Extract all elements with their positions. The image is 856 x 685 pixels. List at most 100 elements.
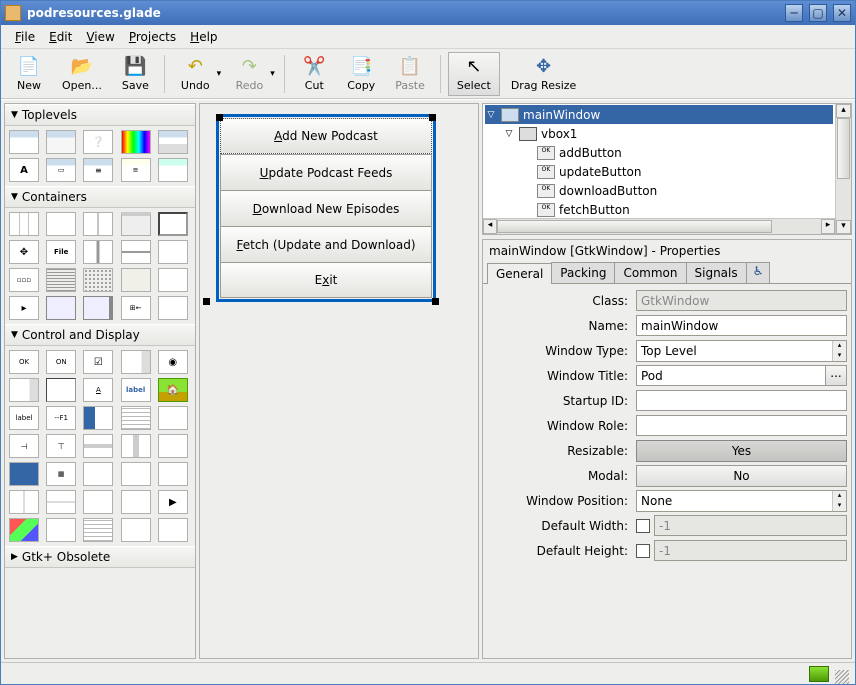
menu-edit[interactable]: Edit [43, 28, 78, 46]
palette-hdr-containers[interactable]: ▼Containers [5, 186, 195, 208]
titlebar[interactable]: podresources.glade ─ ▢ ✕ [1, 1, 855, 25]
palette-item3[interactable]: ⊞← [121, 296, 151, 320]
palette-item4[interactable] [158, 296, 188, 320]
palette-hscrollbar[interactable] [83, 434, 113, 458]
design-canvas[interactable]: Add New Podcast Update Podcast Feeds Dow… [199, 103, 479, 659]
palette-item5[interactable] [9, 378, 39, 402]
design-update-button[interactable]: Update Podcast Feeds [220, 154, 432, 190]
palette-hbox[interactable] [9, 212, 39, 236]
palette-hdr-control[interactable]: ▼Control and Display [5, 324, 195, 346]
palette-accel[interactable]: --F1 [46, 406, 76, 430]
handle[interactable] [432, 298, 439, 305]
palette-msgdialog[interactable]: ≡ [83, 158, 113, 182]
palette-vpaned[interactable] [121, 240, 151, 264]
palette-dialog[interactable] [46, 130, 76, 154]
close-button[interactable]: ✕ [833, 4, 851, 22]
palette-vscale[interactable]: ⊤ [46, 434, 76, 458]
palette-table[interactable] [83, 212, 113, 236]
tab-general[interactable]: General [487, 263, 552, 284]
palette-hbuttonbox[interactable]: ▫▫▫ [9, 268, 39, 292]
palette-arrow[interactable]: ▶ [158, 490, 188, 514]
tree-row-mainwindow[interactable]: ▽mainWindow [485, 105, 833, 124]
tool-save[interactable]: 💾 Save [113, 52, 158, 96]
tab-packing[interactable]: Packing [551, 262, 615, 283]
spinner-icon[interactable]: ▴▾ [832, 341, 846, 361]
palette-fixed[interactable] [83, 268, 113, 292]
design-exit-button[interactable]: Exit [220, 262, 432, 298]
menu-view[interactable]: View [80, 28, 120, 46]
tree-row-vbox1[interactable]: ▽vbox1 [485, 124, 833, 143]
palette-item15[interactable] [121, 490, 151, 514]
ellipsis-button[interactable]: ... [825, 365, 847, 386]
palette-assistant[interactable] [158, 158, 188, 182]
palette-textview[interactable] [121, 406, 151, 430]
palette-item18[interactable] [158, 518, 188, 542]
startup-id-input[interactable] [636, 390, 847, 411]
palette-fontchooser[interactable]: A [9, 158, 39, 182]
scroll-up-icon[interactable]: ▴ [836, 104, 851, 118]
menu-help[interactable]: Help [184, 28, 223, 46]
tree-row-addbutton[interactable]: OKaddButton [485, 143, 833, 162]
window-title-input[interactable]: Pod [636, 365, 826, 386]
dwidth-input[interactable]: -1 [654, 515, 847, 536]
palette-colorchooser[interactable] [121, 130, 151, 154]
palette-button[interactable]: OK [9, 350, 39, 374]
tool-select[interactable]: ↖ Select [448, 52, 500, 96]
maximize-button[interactable]: ▢ [809, 4, 827, 22]
palette-hdr-obsolete[interactable]: ▶Gtk+ Obsolete [5, 546, 195, 568]
palette-label[interactable]: label [121, 378, 151, 402]
palette-label2[interactable]: label [9, 406, 39, 430]
position-combo[interactable]: None▴▾ [636, 490, 847, 512]
palette-filechooser[interactable] [158, 130, 188, 154]
tool-open[interactable]: 📂 Open... [53, 52, 111, 96]
undo-dropdown[interactable]: ▾ [217, 69, 225, 79]
menu-projects[interactable]: Projects [123, 28, 182, 46]
scroll-thumb[interactable] [497, 220, 772, 233]
palette-vbox[interactable] [46, 212, 76, 236]
tree-vscrollbar[interactable]: ▴ ▾ [835, 104, 851, 234]
palette-expander[interactable]: ▸ [9, 296, 39, 320]
palette-inputdialog[interactable]: ▭ [46, 158, 76, 182]
tab-accessibility[interactable]: ♿ [746, 262, 771, 283]
tool-drag-resize[interactable]: ✥ Drag Resize [502, 52, 585, 96]
palette-aboutdialog[interactable]: ❔ [83, 130, 113, 154]
tree-row-fetchbutton[interactable]: OKfetchButton [485, 200, 833, 218]
palette-item12[interactable] [9, 490, 39, 514]
expander-icon[interactable]: ▽ [485, 110, 497, 120]
modal-toggle[interactable]: No [636, 465, 847, 487]
dheight-input[interactable]: -1 [654, 540, 847, 561]
palette-item2[interactable] [158, 268, 188, 292]
minimize-button[interactable]: ─ [785, 4, 803, 22]
palette-alignment[interactable]: ✥ [9, 240, 39, 264]
palette-item[interactable] [158, 240, 188, 264]
design-add-button[interactable]: Add New Podcast [220, 118, 432, 154]
resize-grip[interactable] [835, 670, 849, 684]
palette-hscale[interactable]: ⊣ [9, 434, 39, 458]
dwidth-check[interactable] [636, 519, 650, 533]
scroll-down-icon[interactable]: ▾ [836, 220, 851, 234]
palette-drawingarea[interactable] [9, 518, 39, 542]
palette-eventbox[interactable] [121, 268, 151, 292]
tool-cut[interactable]: ✂️ Cut [292, 52, 336, 96]
palette-window[interactable] [9, 130, 39, 154]
palette-entry[interactable] [46, 378, 76, 402]
resizable-toggle[interactable]: Yes [636, 440, 847, 462]
palette-spinbutton[interactable] [121, 350, 151, 374]
handle[interactable] [203, 298, 210, 305]
scroll-thumb[interactable] [837, 118, 850, 179]
tool-copy[interactable]: 📑 Copy [338, 52, 384, 96]
palette-notebook[interactable] [121, 212, 151, 236]
tree-row-updatebutton[interactable]: OKupdateButton [485, 162, 833, 181]
window-type-combo[interactable]: Top Level▴▾ [636, 340, 847, 362]
palette-scrolledwindow[interactable] [83, 296, 113, 320]
palette-radio[interactable]: ◉ [158, 350, 188, 374]
palette-item13[interactable] [46, 490, 76, 514]
palette-item16[interactable] [46, 518, 76, 542]
palette-item11[interactable] [158, 462, 188, 486]
tree-hscrollbar[interactable]: ◂ ▸ [483, 218, 835, 234]
palette-vscrollbar[interactable] [121, 434, 151, 458]
status-icon[interactable] [809, 666, 829, 682]
design-fetch-button[interactable]: Fetch (Update and Download) [220, 226, 432, 262]
widget-tree[interactable]: ▽mainWindow ▽vbox1 OKaddButton OKupdateB… [483, 104, 835, 218]
palette-recentchooser[interactable]: ≡ [121, 158, 151, 182]
